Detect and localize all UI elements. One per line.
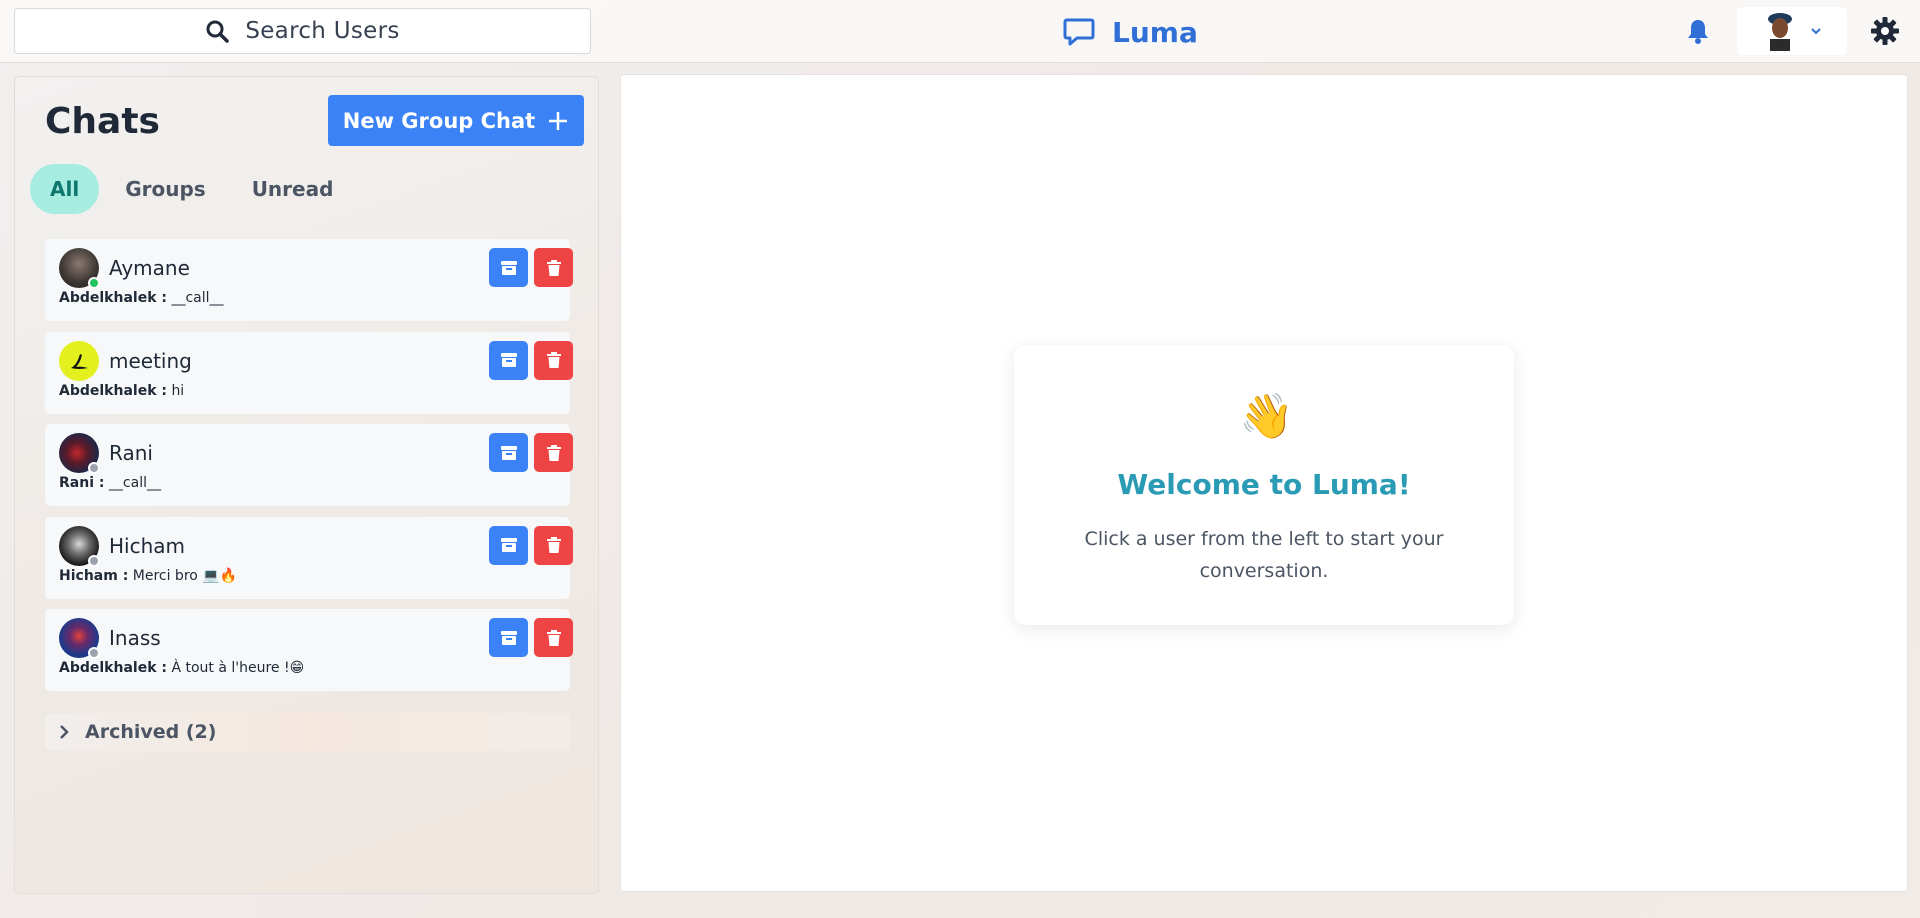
avatar bbox=[59, 618, 100, 659]
archive-icon bbox=[500, 445, 517, 460]
delete-chat-button[interactable] bbox=[534, 433, 573, 472]
plus-icon bbox=[549, 111, 568, 130]
chat-last-message: Abdelkhalek : __call__ bbox=[59, 290, 224, 306]
avatar bbox=[59, 525, 100, 567]
archive-chat-button[interactable] bbox=[489, 433, 528, 472]
offline-status-dot bbox=[88, 462, 100, 474]
message-text: __call__ bbox=[171, 290, 224, 306]
offline-status-dot bbox=[88, 647, 100, 659]
online-status-dot bbox=[88, 277, 100, 289]
top-bar: Search Users Luma bbox=[0, 0, 1920, 63]
group-avatar bbox=[59, 340, 99, 381]
search-placeholder: Search Users bbox=[245, 18, 400, 44]
trash-icon bbox=[546, 629, 561, 646]
archive-chat-button[interactable] bbox=[489, 525, 528, 565]
avatar bbox=[59, 248, 100, 289]
chat-bubble-icon bbox=[1063, 18, 1095, 46]
avatar bbox=[59, 433, 100, 474]
conversation-panel: 👋 Welcome to Luma! Click a user from the… bbox=[620, 74, 1908, 892]
waving-hand-icon: 👋 bbox=[1239, 391, 1294, 442]
delete-chat-button[interactable] bbox=[534, 340, 573, 380]
chat-item-meeting[interactable]: meeting Abdelkhalek : hi bbox=[45, 331, 573, 414]
delete-chat-button[interactable] bbox=[534, 525, 573, 565]
chat-last-message: Rani : __call__ bbox=[59, 475, 161, 491]
trash-icon bbox=[546, 259, 561, 276]
message-sender: Rani : bbox=[59, 475, 105, 491]
tab-unread[interactable]: Unread bbox=[232, 164, 354, 214]
message-sender: Abdelkhalek : bbox=[59, 382, 167, 399]
brand: Luma bbox=[1062, 12, 1198, 52]
chat-item-hicham[interactable]: Hicham Hicham : Merci bro 💻🔥 bbox=[45, 516, 573, 599]
message-text: À tout à l'heure !😁 bbox=[171, 660, 305, 676]
chat-last-message: Hicham : Merci bro 💻🔥 bbox=[59, 568, 237, 584]
message-sender: Hicham : bbox=[59, 567, 129, 584]
trash-icon bbox=[546, 537, 561, 553]
delete-chat-button[interactable] bbox=[534, 618, 573, 657]
tab-all[interactable]: All bbox=[30, 164, 100, 214]
avatar bbox=[1762, 11, 1798, 51]
new-group-chat-button[interactable]: New Group Chat bbox=[328, 95, 584, 146]
archive-icon bbox=[500, 260, 517, 275]
chat-item-rani[interactable]: Rani Rani : __call__ bbox=[45, 424, 573, 506]
trash-icon bbox=[546, 352, 561, 368]
chat-name: meeting bbox=[109, 348, 192, 373]
chat-item-inass[interactable]: Inass Abdelkhalek : À tout à l'heure !😁 bbox=[45, 609, 573, 691]
group-logo-icon bbox=[71, 353, 88, 369]
archive-icon bbox=[500, 630, 517, 645]
tab-groups[interactable]: Groups bbox=[105, 164, 225, 214]
new-group-label: New Group Chat bbox=[342, 108, 536, 133]
search-users-input[interactable]: Search Users bbox=[14, 8, 591, 54]
chevron-down-icon bbox=[1811, 28, 1821, 35]
chat-name: Rani bbox=[109, 441, 153, 465]
archived-label: Archived (2) bbox=[85, 721, 217, 743]
archived-chats-toggle[interactable]: Archived (2) bbox=[45, 713, 570, 751]
message-sender: Abdelkhalek : bbox=[59, 660, 167, 676]
chat-last-message: Abdelkhalek : À tout à l'heure !😁 bbox=[59, 660, 304, 676]
archive-chat-button[interactable] bbox=[489, 618, 528, 657]
offline-status-dot bbox=[88, 554, 100, 567]
archive-chat-button[interactable] bbox=[489, 248, 528, 287]
chevron-right-icon bbox=[60, 725, 69, 739]
chat-last-message: Abdelkhalek : hi bbox=[59, 383, 184, 399]
archive-chat-button[interactable] bbox=[489, 340, 528, 380]
chat-name: Hicham bbox=[109, 533, 186, 558]
search-icon bbox=[206, 20, 230, 43]
welcome-title: Welcome to Luma! bbox=[1117, 468, 1411, 501]
archive-icon bbox=[500, 353, 517, 367]
gear-icon[interactable] bbox=[1870, 16, 1900, 46]
profile-menu-button[interactable] bbox=[1737, 7, 1847, 55]
chats-sidebar: Chats New Group Chat All Groups Unread A… bbox=[14, 76, 599, 894]
chats-title: Chats bbox=[45, 101, 160, 142]
archive-icon bbox=[500, 538, 517, 552]
delete-chat-button[interactable] bbox=[534, 248, 573, 287]
chat-list: Aymane Abdelkhalek : __call__ meeting Ab… bbox=[45, 239, 573, 702]
bell-icon[interactable] bbox=[1685, 17, 1711, 45]
message-text: __call__ bbox=[108, 475, 161, 491]
welcome-subtitle: Click a user from the left to start your… bbox=[1084, 528, 1444, 582]
chat-name: Aymane bbox=[109, 256, 190, 280]
message-text: hi bbox=[171, 382, 185, 399]
brand-name: Luma bbox=[1112, 15, 1198, 49]
message-text: Merci bro 💻🔥 bbox=[132, 567, 238, 584]
chat-filter-tabs: All Groups Unread bbox=[30, 164, 353, 214]
message-sender: Abdelkhalek : bbox=[59, 290, 167, 306]
chat-item-aymane[interactable]: Aymane Abdelkhalek : __call__ bbox=[45, 239, 573, 321]
trash-icon bbox=[546, 444, 561, 461]
welcome-card: 👋 Welcome to Luma! Click a user from the… bbox=[1014, 345, 1514, 625]
chat-name: Inass bbox=[109, 626, 161, 650]
